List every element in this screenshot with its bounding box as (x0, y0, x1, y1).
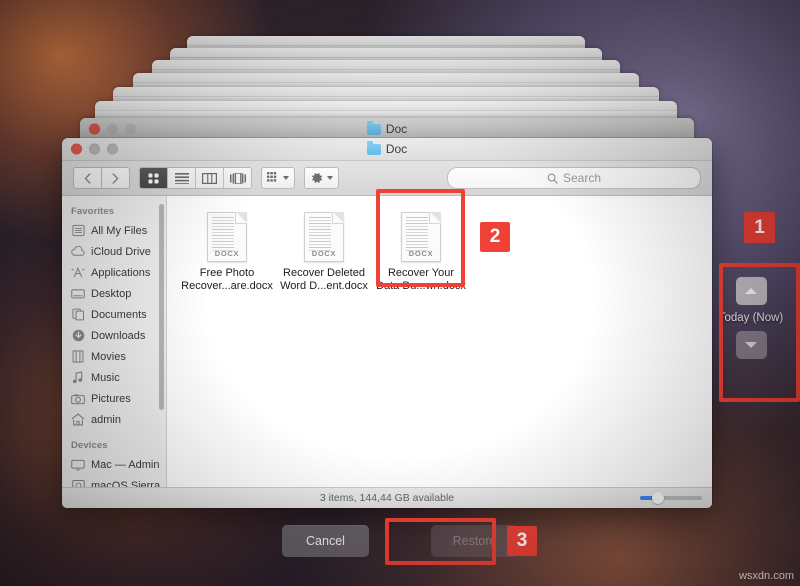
navigation-buttons[interactable] (73, 167, 130, 189)
chevron-down-icon (327, 176, 333, 180)
coverflow-view-button[interactable] (224, 168, 251, 188)
window-titlebar[interactable]: Doc (62, 138, 712, 161)
sidebar-item-label: Documents (91, 309, 147, 321)
file-name: Recover Deleted Word D...ent.docx (278, 267, 370, 293)
search-input[interactable]: Search (447, 167, 701, 189)
sidebar-item-label: macOS Sierra (91, 480, 160, 488)
chevron-down-icon (283, 176, 289, 180)
download-icon (71, 329, 85, 343)
applications-icon (71, 266, 85, 280)
sidebar-section-favorites-header: Favorites (62, 202, 166, 220)
search-icon (547, 173, 558, 184)
sidebar-item-macos-sierra[interactable]: macOS Sierra (62, 475, 166, 487)
sidebar-item-label: Applications (91, 267, 150, 279)
annotation-number-3: 3 (507, 526, 537, 556)
sidebar-item-label: Music (91, 372, 120, 384)
status-text: 3 items, 144,44 GB available (320, 492, 454, 504)
documents-icon (71, 308, 85, 322)
docx-file-icon: DOCX (304, 212, 344, 262)
file-type-label: DOCX (207, 249, 247, 258)
stacked-window-titlebar (113, 87, 659, 97)
view-mode-switch[interactable] (139, 167, 252, 189)
sidebar-item-all-my-files[interactable]: All My Files (62, 220, 166, 241)
window-title-text: Doc (386, 142, 407, 156)
folder-icon (367, 144, 381, 155)
sidebar-scrollbar[interactable] (159, 204, 164, 410)
file-name: Free Photo Recover...are.docx (181, 267, 273, 293)
sidebar-section-devices-header: Devices (62, 430, 166, 454)
file-item[interactable]: DOCX Free Photo Recover...are.docx (181, 212, 273, 293)
sidebar-item-label: Mac — Admin (91, 459, 159, 471)
folder-icon (367, 124, 381, 135)
sidebar-item-applications[interactable]: Applications (62, 262, 166, 283)
sidebar-item-documents[interactable]: Documents (62, 304, 166, 325)
arrange-button[interactable] (261, 167, 295, 189)
file-type-label: DOCX (304, 249, 344, 258)
sidebar-item-desktop[interactable]: Desktop (62, 283, 166, 304)
column-view-button[interactable] (196, 168, 224, 188)
zoom-button[interactable] (107, 144, 118, 155)
sidebar-item-movies[interactable]: Movies (62, 346, 166, 367)
list-view-button[interactable] (168, 168, 196, 188)
stacked-window-titlebar (187, 36, 585, 46)
music-note-icon (71, 371, 85, 385)
stacked-window-titlebar (133, 73, 639, 83)
previous-window-title-text: Doc (386, 122, 407, 136)
annotation-number-1: 1 (744, 212, 775, 243)
minimize-button[interactable] (89, 144, 100, 155)
display-icon (71, 458, 85, 472)
sidebar-item-label: All My Files (91, 225, 147, 237)
sidebar-item-downloads[interactable]: Downloads (62, 325, 166, 346)
close-button[interactable] (71, 144, 82, 155)
status-bar: 3 items, 144,44 GB available (62, 487, 712, 508)
cancel-button[interactable]: Cancel (282, 525, 369, 557)
window-title: Doc (367, 142, 407, 156)
minimize-button[interactable] (107, 124, 118, 135)
sidebar-item-label: iCloud Drive (91, 246, 151, 258)
sidebar-item-label: Downloads (91, 330, 145, 342)
movies-icon (71, 350, 85, 364)
sidebar-item-label: Movies (91, 351, 126, 363)
cloud-icon (71, 245, 85, 259)
camera-icon (71, 392, 85, 406)
disk-icon (71, 479, 85, 488)
icon-view-button[interactable] (140, 168, 168, 188)
sidebar-item-music[interactable]: Music (62, 367, 166, 388)
sidebar-item-admin[interactable]: admin (62, 409, 166, 430)
docx-file-icon: DOCX (207, 212, 247, 262)
watermark: wsxdn.com (739, 570, 794, 582)
stacked-window-titlebar (95, 101, 677, 111)
search-placeholder: Search (563, 171, 601, 185)
gear-icon (310, 171, 324, 185)
previous-traffic-lights[interactable] (89, 124, 136, 135)
back-button[interactable] (73, 167, 101, 189)
home-icon (71, 413, 85, 427)
annotation-box-1 (719, 263, 800, 402)
sidebar-item-label: admin (91, 414, 121, 426)
action-button[interactable] (304, 167, 339, 189)
annotation-box-3 (385, 518, 496, 565)
slider-knob[interactable] (652, 492, 664, 504)
desktop-icon (71, 287, 85, 301)
previous-window-title: Doc (367, 122, 407, 136)
annotation-number-2: 2 (480, 222, 510, 252)
sidebar-item-pictures[interactable]: Pictures (62, 388, 166, 409)
traffic-lights[interactable] (71, 144, 118, 155)
zoom-button[interactable] (125, 124, 136, 135)
close-button[interactable] (89, 124, 100, 135)
file-item[interactable]: DOCX Recover Deleted Word D...ent.docx (278, 212, 370, 293)
stacked-window-titlebar (170, 48, 602, 58)
all-my-files-icon (71, 224, 85, 238)
sidebar-item-label: Pictures (91, 393, 131, 405)
finder-sidebar[interactable]: Favorites All My Files iCloud Drive Appl… (62, 196, 167, 487)
stacked-window-titlebar (152, 60, 620, 70)
icon-size-slider[interactable] (640, 496, 702, 500)
sidebar-item-label: Desktop (91, 288, 131, 300)
forward-button[interactable] (101, 167, 130, 189)
arrange-grid-icon (267, 172, 280, 184)
annotation-box-2 (376, 189, 465, 287)
sidebar-item-mac-admin[interactable]: Mac — Admin (62, 454, 166, 475)
sidebar-item-icloud-drive[interactable]: iCloud Drive (62, 241, 166, 262)
